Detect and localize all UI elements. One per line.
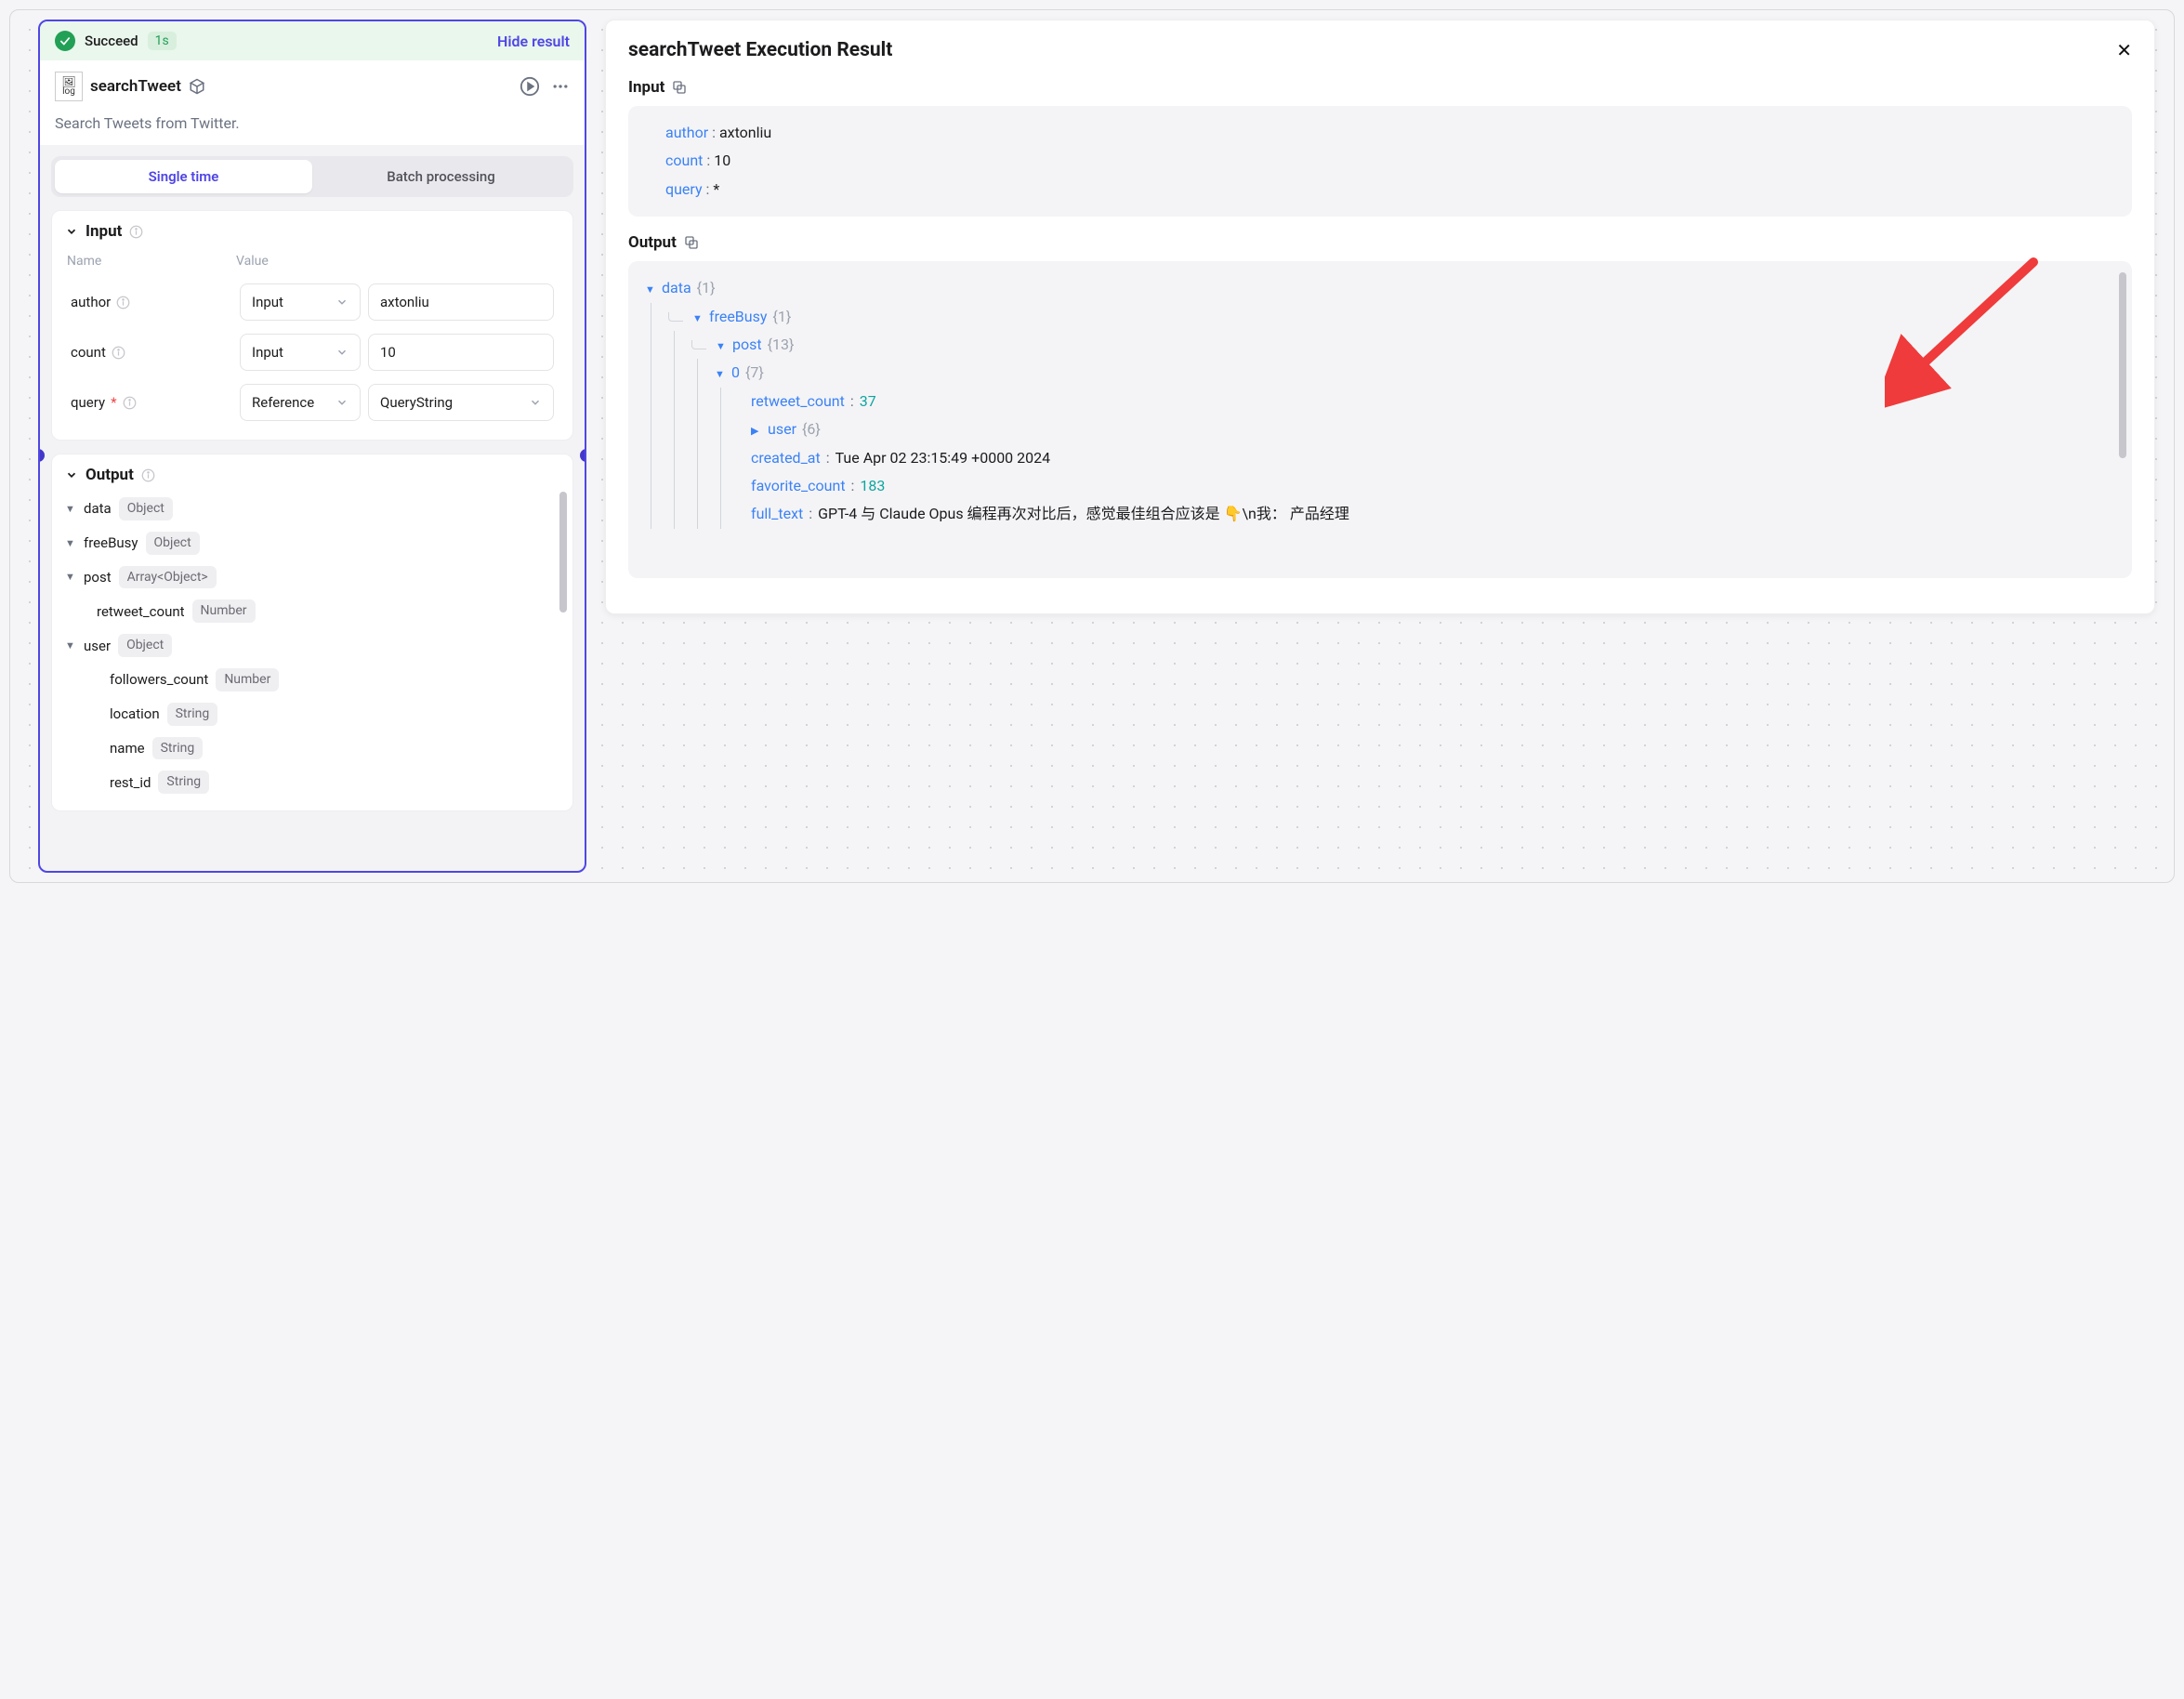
schema-row-name[interactable]: nameString: [65, 731, 559, 766]
node-description: Search Tweets from Twitter.: [55, 114, 570, 132]
chevron-down-icon: [335, 346, 349, 359]
status-duration: 1s: [148, 32, 177, 50]
node-title: searchTweet: [90, 77, 181, 96]
chevron-down-icon: [65, 225, 78, 238]
json-node-data[interactable]: ▼data {1}: [645, 274, 2119, 302]
field-name-count: count: [71, 344, 106, 361]
chevron-down-icon: [65, 468, 78, 481]
field-name-author: author: [71, 294, 111, 310]
copy-icon[interactable]: [684, 235, 699, 250]
chevron-down-icon: [335, 296, 349, 309]
json-leaf-retweet-count: retweet_count: 37: [745, 388, 2119, 415]
schema-row-retweet-count[interactable]: retweet_countNumber: [65, 594, 559, 628]
mode-select-count[interactable]: Input: [240, 334, 361, 371]
mode-select-query[interactable]: Reference: [240, 384, 361, 421]
info-icon: [116, 296, 130, 310]
status-text: Succeed: [85, 33, 138, 49]
play-circle-icon[interactable]: [520, 76, 540, 97]
schema-row-freebusy[interactable]: ▼freeBusyObject: [65, 526, 559, 560]
value-input-count[interactable]: 10: [368, 334, 554, 371]
json-node-freebusy[interactable]: ▼freeBusy {1}: [668, 303, 2119, 331]
input-col-value: Value: [236, 250, 558, 276]
schema-row-post[interactable]: ▼postArray<Object>: [65, 560, 559, 595]
json-node-user[interactable]: ▶user {6}: [745, 415, 2119, 443]
scrollbar-thumb[interactable]: [2119, 272, 2126, 458]
mode-select-author[interactable]: Input: [240, 283, 361, 321]
tab-batch-processing[interactable]: Batch processing: [312, 160, 570, 193]
result-panel-title: searchTweet Execution Result: [628, 39, 892, 61]
broken-image-icon: 🖼log: [55, 72, 83, 101]
node-output-port[interactable]: [580, 449, 586, 462]
schema-row-location[interactable]: locationString: [65, 697, 559, 731]
json-node-post[interactable]: ▼post {13}: [691, 331, 2119, 359]
schema-row-data[interactable]: ▼dataObject: [65, 492, 559, 526]
schema-row-rest-id[interactable]: rest_idString: [65, 765, 559, 799]
close-icon[interactable]: ✕: [2116, 39, 2132, 61]
result-output-heading: Output: [628, 233, 677, 252]
more-menu-icon[interactable]: [551, 77, 570, 96]
input-row-count: count Input 10: [67, 328, 558, 376]
json-leaf-favorite-count: favorite_count: 183: [745, 472, 2119, 500]
node-panel: Succeed 1s Hide result 🖼log searchTweet: [38, 20, 586, 873]
input-section: Input Name Value author: [51, 210, 573, 441]
info-icon: [112, 346, 125, 360]
input-section-header[interactable]: Input: [65, 222, 559, 241]
input-row-query: query* Reference Quer: [67, 378, 558, 427]
json-leaf-full-text: full_text: GPT-4 与 Claude Opus 编程再次对比后，感…: [745, 500, 2119, 528]
result-output-json: ▼data {1} ▼freeBusy {1} ▼post {13} ▼0 {7…: [628, 261, 2132, 578]
result-input-json: author : axtonliu count : 10 query : *: [628, 106, 2132, 217]
mode-tabs: Single time Batch processing: [51, 156, 573, 197]
json-node-index-0[interactable]: ▼0 {7}: [715, 359, 2119, 387]
execution-result-panel: searchTweet Execution Result ✕ Input aut…: [605, 20, 2155, 614]
tab-single-time[interactable]: Single time: [55, 160, 312, 193]
info-icon: [141, 468, 155, 482]
field-name-query: query: [71, 394, 105, 411]
status-bar: Succeed 1s Hide result: [40, 21, 585, 60]
copy-icon[interactable]: [672, 80, 687, 95]
chevron-down-icon: [529, 396, 542, 409]
output-heading: Output: [86, 466, 134, 484]
schema-row-followers-count[interactable]: followers_countNumber: [65, 663, 559, 697]
scrollbar-thumb[interactable]: [559, 492, 567, 612]
input-row-author: author Input axtonliu: [67, 278, 558, 326]
schema-row-user[interactable]: ▼userObject: [65, 628, 559, 663]
info-icon: [123, 396, 137, 410]
node-header: 🖼log searchTweet Search Tweets from Twit…: [40, 60, 585, 145]
result-input-heading: Input: [628, 78, 664, 97]
input-heading: Input: [86, 222, 122, 241]
json-leaf-created-at: created_at: Tue Apr 02 23:15:49 +0000 20…: [745, 444, 2119, 472]
output-section: Output ▼dataObject ▼freeBusyObject ▼post…: [51, 454, 573, 811]
output-section-header[interactable]: Output: [65, 466, 559, 484]
cube-icon: [189, 78, 205, 95]
value-select-query[interactable]: QueryString: [368, 384, 554, 421]
value-input-author[interactable]: axtonliu: [368, 283, 554, 321]
chevron-down-icon: [335, 396, 349, 409]
hide-result-link[interactable]: Hide result: [497, 33, 570, 50]
input-col-name: Name: [67, 250, 234, 276]
success-check-icon: [55, 31, 75, 51]
info-icon: [129, 225, 143, 239]
